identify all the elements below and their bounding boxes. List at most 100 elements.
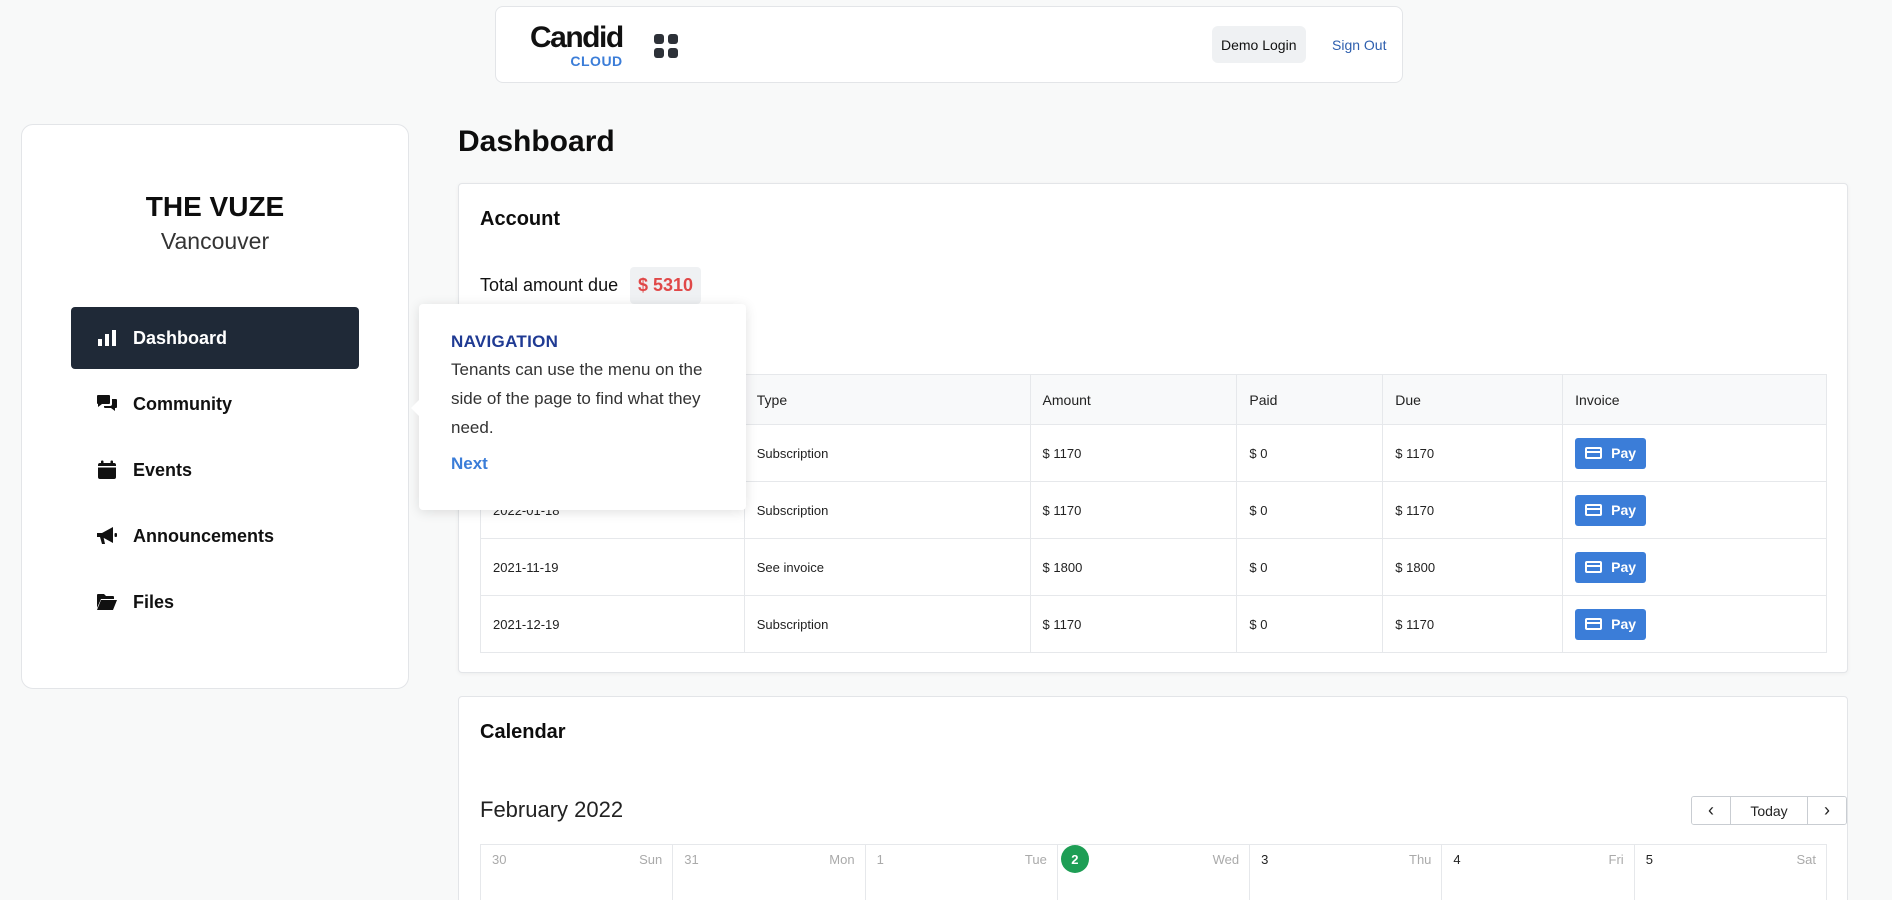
day-number: 30 (492, 852, 507, 867)
demo-login-button[interactable]: Demo Login (1212, 26, 1306, 63)
tooltip-next-button[interactable]: Next (451, 454, 488, 474)
day-of-week: Tue (1024, 852, 1047, 867)
column-header-invoice: Invoice (1562, 374, 1827, 425)
column-header-amount: Amount (1029, 374, 1238, 425)
chat-bubbles-icon (96, 393, 118, 415)
credit-card-icon (1585, 561, 1603, 573)
pay-label: Pay (1611, 502, 1637, 518)
logo-sub-text: CLOUD (570, 53, 623, 69)
day-of-week: Sun (639, 852, 663, 867)
calendar-nav: ‹ Today › (1691, 796, 1847, 825)
day-number: 31 (684, 852, 699, 867)
today-marker: 2 (1060, 845, 1089, 873)
sidebar-nav: Dashboard Community Events Announcements… (71, 307, 359, 637)
credit-card-icon (1585, 447, 1603, 459)
pay-label: Pay (1611, 445, 1637, 461)
pay-button[interactable]: Pay (1575, 608, 1647, 640)
pay-button[interactable]: Pay (1575, 551, 1647, 583)
invoice-amount: $ 1170 (1029, 424, 1238, 482)
invoice-due: $ 1170 (1382, 595, 1564, 653)
day-of-week: Fri (1608, 852, 1624, 867)
invoice-paid: $ 0 (1236, 595, 1384, 653)
account-title: Account (480, 208, 560, 230)
day-number: 3 (1261, 852, 1269, 867)
invoice-type: Subscription (743, 595, 1031, 653)
property-name: THE VUZE (145, 191, 285, 222)
invoice-paid: $ 0 (1236, 481, 1384, 539)
calendar-week-row: 30 Sun 31 Mon 1 Tue 2 Wed 3 Thu 4 Fri 5 … (480, 844, 1827, 900)
megaphone-icon (96, 525, 118, 547)
top-bar: Candid CLOUD Demo Login Sign Out (495, 6, 1403, 83)
invoice-action-cell: Pay (1562, 595, 1827, 653)
calendar-today-button[interactable]: Today (1730, 797, 1808, 824)
sidebar: THE VUZE Vancouver Dashboard Community E… (21, 124, 409, 689)
pay-button[interactable]: Pay (1575, 437, 1647, 469)
sidebar-item-announcements[interactable]: Announcements (71, 505, 359, 567)
candid-cloud-logo[interactable]: Candid CLOUD (530, 23, 624, 69)
folder-open-icon (96, 591, 118, 613)
invoice-type: Subscription (743, 424, 1031, 482)
credit-card-icon (1585, 618, 1603, 630)
calendar-month-title: February 2022 (480, 797, 624, 822)
calendar-prev-button[interactable]: ‹ (1692, 797, 1730, 824)
table-row: 2021-12-19 Subscription $ 1170 $ 0 $ 117… (480, 595, 1827, 653)
tooltip-body: Tenants can use the menu on the side of … (451, 360, 703, 437)
invoice-action-cell: Pay (1562, 481, 1827, 539)
calendar-day[interactable]: 5 Sat (1635, 845, 1827, 900)
sidebar-item-files[interactable]: Files (71, 571, 359, 633)
calendar-day[interactable]: 30 Sun (481, 845, 674, 900)
day-number: 5 (1645, 852, 1653, 867)
invoice-due: $ 1170 (1382, 481, 1564, 539)
invoice-amount: $ 1800 (1029, 538, 1238, 596)
sidebar-item-dashboard[interactable]: Dashboard (71, 307, 359, 369)
sidebar-item-label: Announcements (133, 525, 275, 546)
day-number: 4 (1453, 852, 1461, 867)
day-number: 1 (876, 852, 884, 867)
total-due-badge: $ 5310 (630, 267, 702, 304)
invoice-paid: $ 0 (1236, 424, 1384, 482)
column-header-paid: Paid (1236, 374, 1384, 425)
sidebar-item-community[interactable]: Community (71, 373, 359, 435)
invoice-date-link[interactable]: 2021-12-19 (480, 595, 745, 653)
column-header-due: Due (1382, 374, 1564, 425)
invoice-type: See invoice (743, 538, 1031, 596)
grid-apps-icon[interactable] (654, 34, 678, 58)
day-of-week: Mon (829, 852, 855, 867)
sign-out-link[interactable]: Sign Out (1325, 26, 1393, 63)
invoice-action-cell: Pay (1562, 424, 1827, 482)
total-due-label: Total amount due (480, 275, 619, 295)
sidebar-item-label: Events (133, 459, 193, 480)
calendar-day[interactable]: 4 Fri (1442, 845, 1635, 900)
calendar-next-button[interactable]: › (1808, 797, 1846, 824)
calendar-card: Calendar February 2022 ‹ Today › 30 Sun … (458, 696, 1848, 900)
invoice-amount: $ 1170 (1029, 481, 1238, 539)
invoice-paid: $ 0 (1236, 538, 1384, 596)
sidebar-item-label: Dashboard (133, 327, 228, 348)
invoice-action-cell: Pay (1562, 538, 1827, 596)
chevron-left-icon: ‹ (1708, 800, 1714, 820)
calendar-title: Calendar (480, 721, 566, 743)
bar-chart-icon (96, 327, 118, 349)
invoice-date-link[interactable]: 2021-11-19 (480, 538, 745, 596)
invoice-type: Subscription (743, 481, 1031, 539)
calendar-day[interactable]: 1 Tue (866, 845, 1058, 900)
invoice-amount: $ 1170 (1029, 595, 1238, 653)
day-of-week: Sat (1796, 852, 1816, 867)
pay-label: Pay (1611, 616, 1637, 632)
calendar-day[interactable]: 31 Mon (673, 845, 866, 900)
tooltip-title: NAVIGATION (451, 332, 559, 351)
table-row: 2021-11-19 See invoice $ 1800 $ 0 $ 1800… (480, 538, 1827, 596)
pay-button[interactable]: Pay (1575, 494, 1647, 526)
invoice-due: $ 1800 (1382, 538, 1564, 596)
calendar-icon (96, 459, 118, 481)
invoice-due: $ 1170 (1382, 424, 1564, 482)
column-header-type: Type (743, 374, 1031, 425)
sidebar-item-label: Community (133, 393, 232, 414)
onboarding-tooltip: NAVIGATION Tenants can use the menu on t… (411, 304, 746, 510)
sidebar-item-label: Files (133, 591, 175, 612)
calendar-day-today[interactable]: 2 Wed (1058, 845, 1251, 900)
pay-label: Pay (1611, 559, 1637, 575)
calendar-day[interactable]: 3 Thu (1250, 845, 1443, 900)
sidebar-item-events[interactable]: Events (71, 439, 359, 501)
chevron-right-icon: › (1824, 800, 1830, 820)
